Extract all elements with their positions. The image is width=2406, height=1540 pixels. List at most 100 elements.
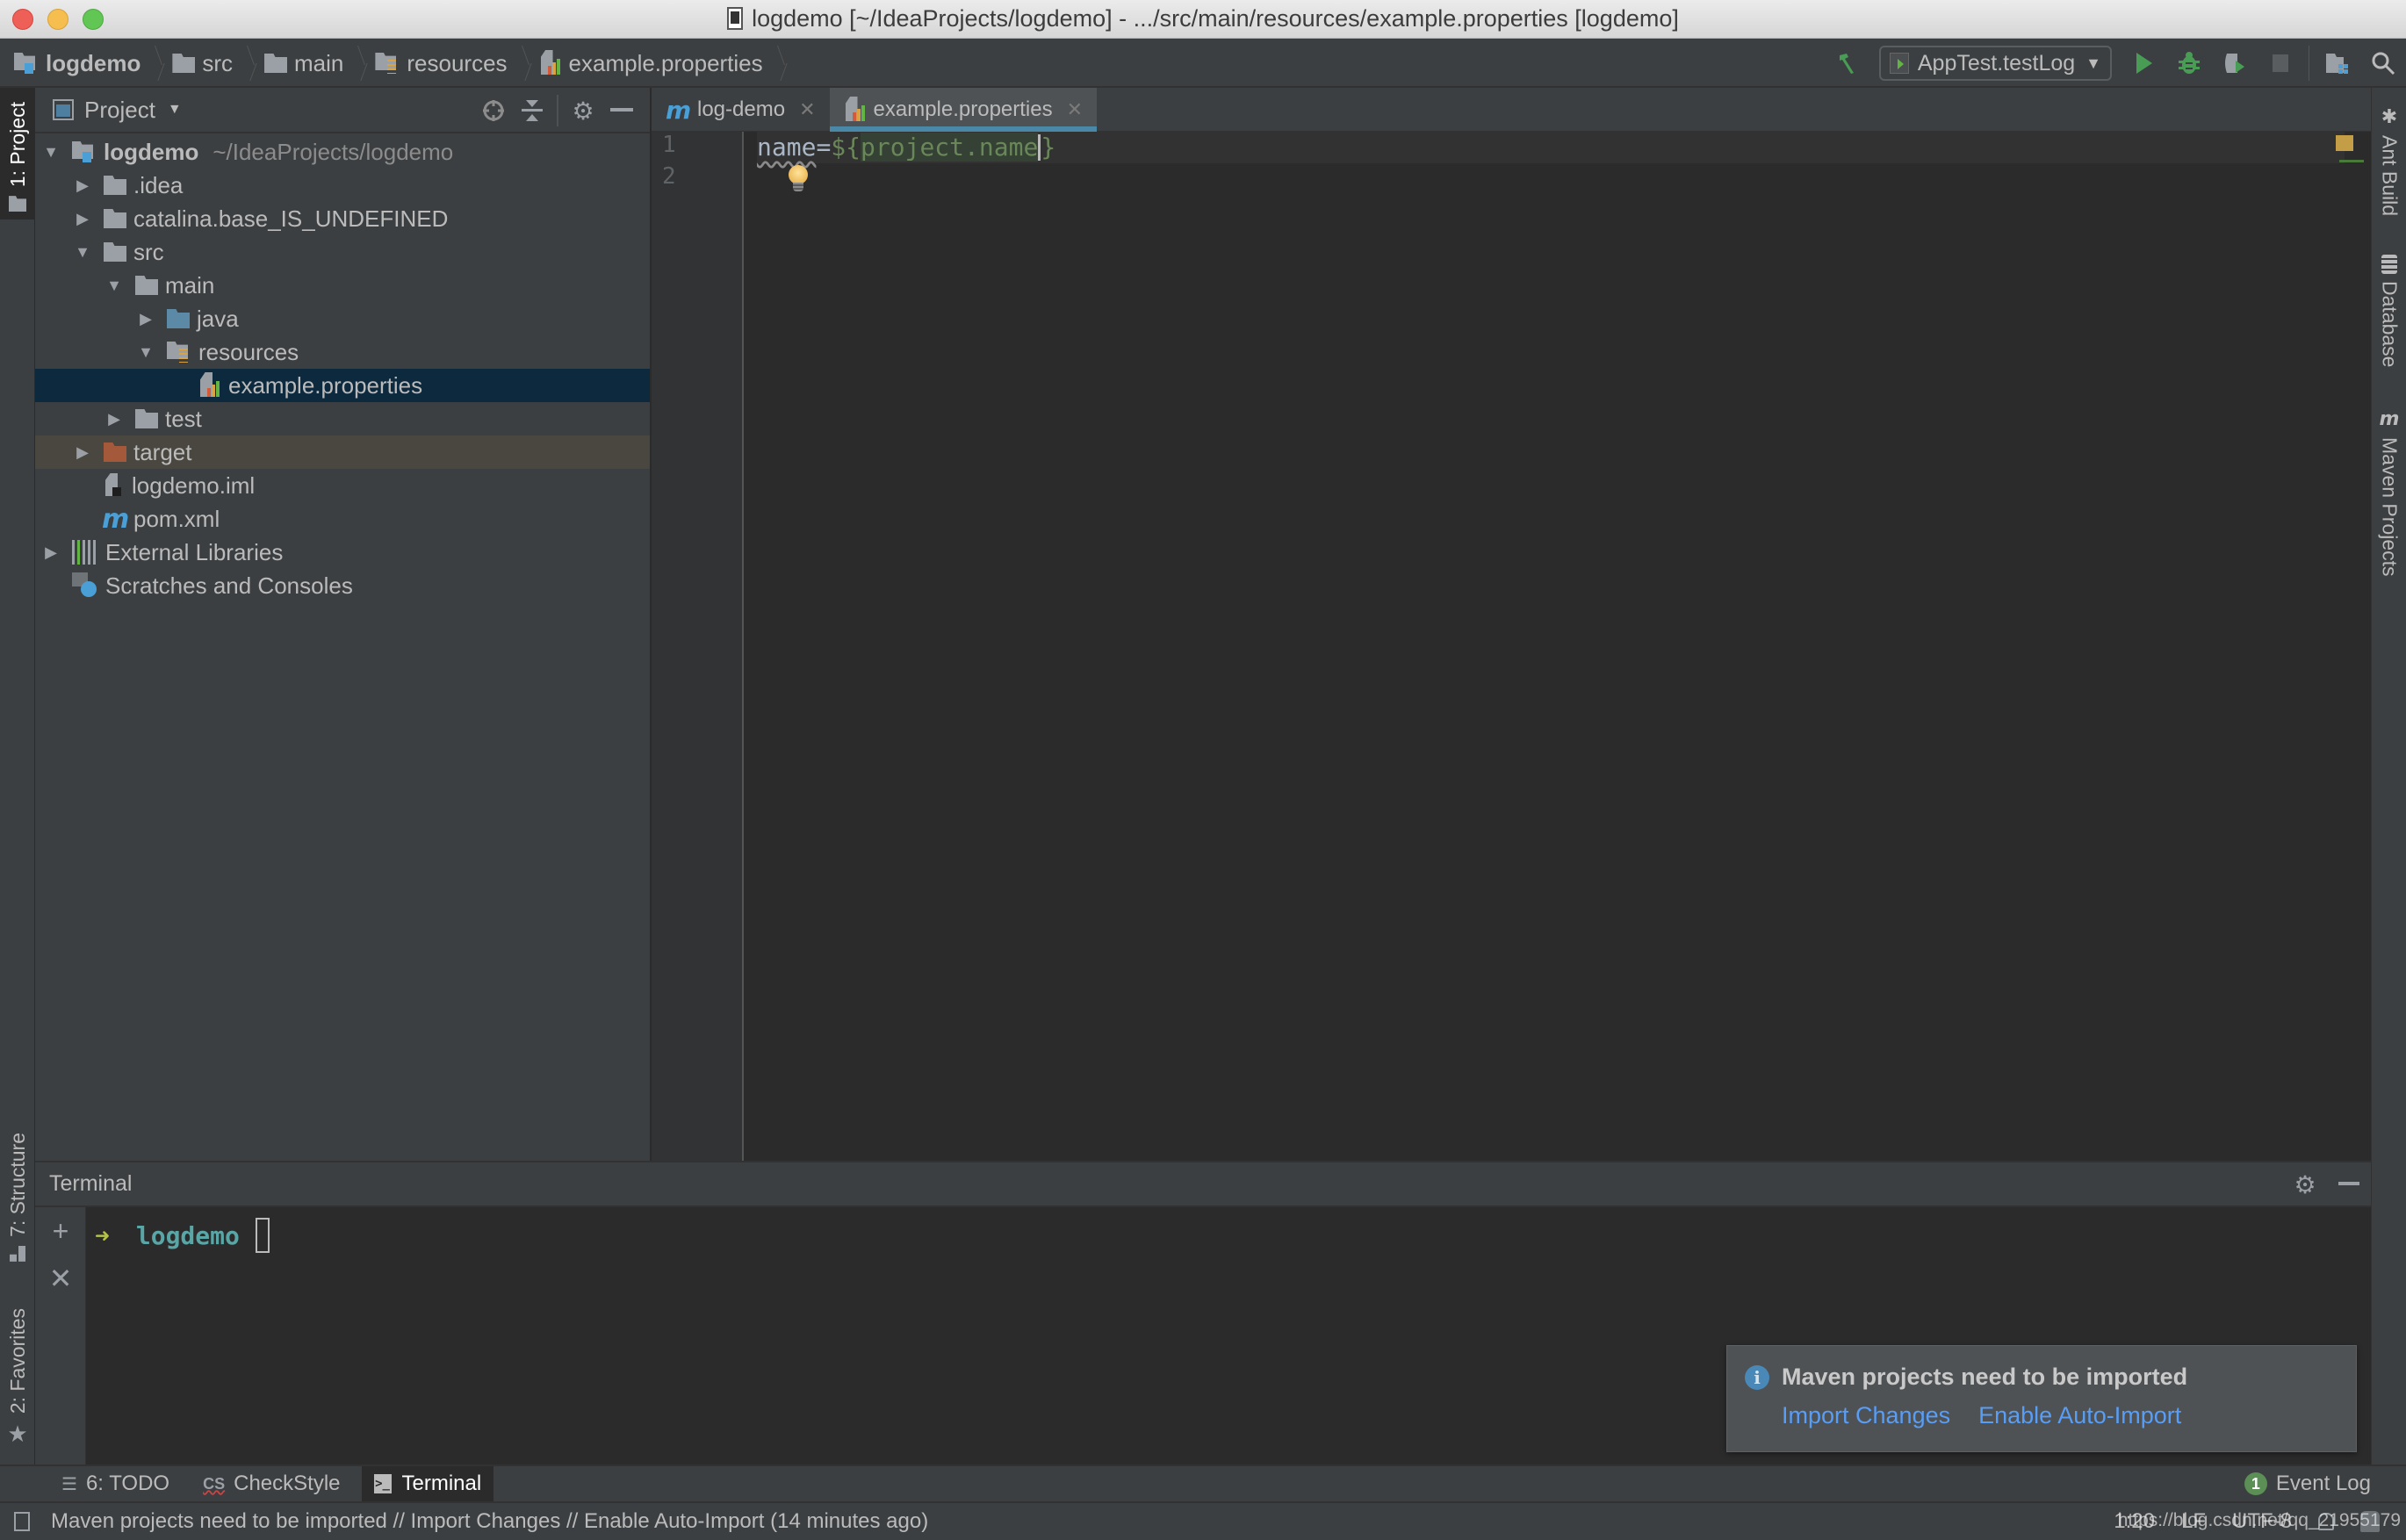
breadcrumb-item-example-properties[interactable]: example.properties [539,50,774,77]
tab-example-properties[interactable]: example.properties ✕ [829,88,1098,132]
close-icon[interactable]: ✕ [1067,98,1083,121]
collapse-arrow-icon[interactable]: ▶ [72,443,93,462]
folder-icon [172,54,196,73]
locate-file-icon[interactable] [474,91,513,130]
tree-item-external-libraries[interactable]: ▶ External Libraries [35,536,650,569]
tool-tab-terminal[interactable]: >_ Terminal [361,1466,494,1501]
warning-marker-icon[interactable] [2336,135,2353,151]
maven-icon: m [2379,408,2400,430]
line-number-gutter: 1 2 [652,132,744,1161]
tree-item-test[interactable]: ▶ test [35,402,650,435]
tree-item-pom-xml[interactable]: m pom.xml [35,502,650,536]
gear-icon[interactable]: ⚙ [564,91,602,130]
property-value-suffix: } [1041,133,1056,162]
project-tree: ▼ logdemo ~/IdeaProjects/logdemo ▶ .idea… [35,135,650,602]
project-structure-icon[interactable] [2320,46,2355,81]
tree-item-java[interactable]: ▶ java [35,302,650,335]
collapse-arrow-icon[interactable]: ▶ [40,543,61,562]
window-title-bar: logdemo [~/IdeaProjects/logdemo] - .../s… [0,0,2406,39]
project-view-selector[interactable]: Project [84,97,155,124]
status-message[interactable]: Maven projects need to be imported // Im… [51,1509,928,1534]
tab-log-demo[interactable]: m log-demo ✕ [652,88,830,132]
breadcrumb-separator [775,46,786,81]
junit-config-icon [1889,53,1909,74]
breadcrumb-item-resources[interactable]: resources [375,50,517,77]
tree-item-target[interactable]: ▶ target [35,435,650,469]
code-line[interactable] [757,163,2345,195]
tree-item-main[interactable]: ▼ main [35,269,650,302]
new-session-plus-icon[interactable]: + [35,1207,86,1255]
breadcrumb-item-src[interactable]: src [172,50,243,77]
hide-panel-icon[interactable] [2327,1162,2371,1206]
tree-item-logdemo-iml[interactable]: logdemo.iml [35,469,650,502]
toolbar-separator [557,95,558,126]
lightbulb-icon[interactable] [789,165,808,191]
tree-item-catalina[interactable]: ▶ catalina.base_IS_UNDEFINED [35,202,650,235]
collapse-arrow-icon[interactable]: ▶ [135,310,156,328]
checkstyle-icon: CS [203,1474,226,1493]
collapse-arrow-icon[interactable]: ▶ [72,210,93,228]
expand-arrow-icon[interactable]: ▼ [104,277,125,295]
expand-arrow-icon[interactable]: ▼ [72,243,93,262]
close-session-icon[interactable]: ✕ [35,1255,86,1302]
code-editor[interactable]: name=${project.name} [757,132,2345,195]
tool-tab-favorites[interactable]: 2: Favorites ★ [0,1308,35,1457]
maven-import-notification: i Maven projects need to be imported Imp… [1726,1345,2357,1452]
event-log-button[interactable]: 1 Event Log [2244,1466,2371,1501]
tool-tab-project[interactable]: 1: Project [0,88,35,219]
breadcrumb-item-logdemo[interactable]: logdemo [14,50,151,77]
search-icon[interactable] [2366,46,2401,81]
editor-tabs: m log-demo ✕ example.properties ✕ [652,88,2371,132]
prompt-directory: logdemo [135,1220,240,1250]
collapse-arrow-icon[interactable]: ▶ [72,176,93,195]
breadcrumb-separator [520,46,530,81]
breadcrumb-item-main[interactable]: main [264,50,354,77]
tool-windows-toggle-icon[interactable] [14,1512,30,1531]
scratches-icon [72,572,98,599]
project-tool-window: Project ▼ ⚙ ▼ logdemo ~/IdeaProjects/log… [35,88,652,1161]
property-separator: = [816,133,832,162]
collapse-arrow-icon[interactable]: ▶ [104,410,125,428]
breadcrumb-separator [245,46,256,81]
prompt-arrow-icon: ➜ [95,1220,110,1250]
maven-icon: m [102,503,130,535]
tree-item-logdemo[interactable]: ▼ logdemo ~/IdeaProjects/logdemo [35,135,650,169]
tool-tab-ant-build[interactable]: ✱ Ant Build [2372,105,2406,216]
breadcrumb-separator [356,46,366,81]
editor-area: m log-demo ✕ example.properties ✕ 1 2 na… [652,88,2371,1161]
run-configuration-dropdown[interactable]: AppTest.testLog ▼ [1878,46,2112,81]
hide-panel-icon[interactable] [602,91,641,130]
stop-icon[interactable] [2263,46,2298,81]
gear-icon[interactable]: ⚙ [2283,1162,2327,1206]
folder-icon [104,176,126,195]
line-number: 2 [662,163,676,190]
tree-item-resources[interactable]: ▼ resources [35,335,650,369]
run-icon[interactable] [2126,46,2161,81]
tree-item-idea[interactable]: ▶ .idea [35,169,650,202]
folder-icon [135,276,158,295]
libraries-icon [72,540,98,565]
tree-item-src[interactable]: ▼ src [35,235,650,269]
debug-icon[interactable] [2172,46,2207,81]
tool-tab-checkstyle[interactable]: CS CheckStyle [191,1466,352,1501]
build-hammer-icon[interactable] [1830,46,1865,81]
tool-tab-structure[interactable]: 7: Structure [0,1133,35,1273]
collapse-all-icon[interactable] [513,91,551,130]
code-line[interactable]: name=${project.name} [757,132,2345,163]
tool-tab-todo[interactable]: ☰ 6: TODO [49,1466,182,1501]
terminal-prompt: ➜ logdemo [95,1218,270,1253]
expand-arrow-icon[interactable]: ▼ [40,143,61,162]
coverage-icon[interactable] [2217,46,2252,81]
enable-auto-import-link[interactable]: Enable Auto-Import [1978,1402,2181,1429]
chevron-down-icon[interactable]: ▼ [168,102,182,118]
tool-tab-maven-projects[interactable]: m Maven Projects [2372,408,2406,577]
structure-icon [10,1245,25,1262]
maven-icon: m [666,95,692,125]
properties-file-icon [539,50,562,76]
tree-item-example-properties[interactable]: example.properties [35,369,650,402]
tree-item-scratches[interactable]: Scratches and Consoles [35,569,650,602]
expand-arrow-icon[interactable]: ▼ [135,343,156,362]
tool-tab-database[interactable]: Database [2372,255,2406,367]
close-icon[interactable]: ✕ [799,98,815,121]
import-changes-link[interactable]: Import Changes [1782,1402,1950,1429]
